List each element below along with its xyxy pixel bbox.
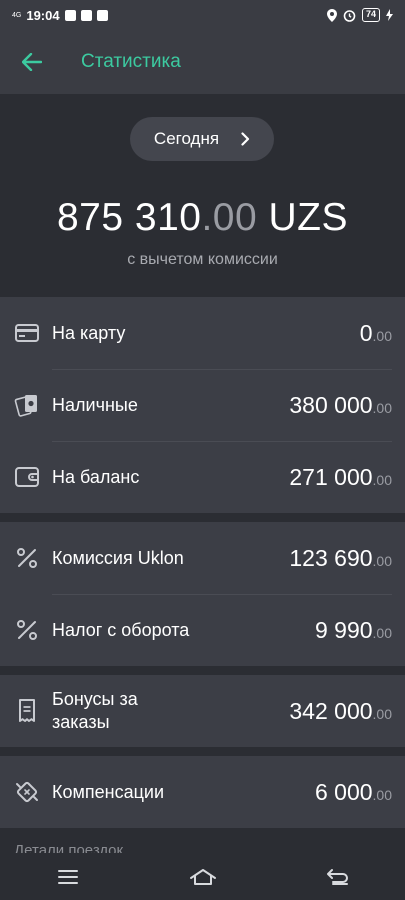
row-label: На карту — [52, 322, 126, 343]
wallet-icon — [14, 464, 40, 490]
row-label: Комиссия Uklon — [52, 547, 184, 568]
location-icon — [326, 8, 337, 22]
total-currency: UZS — [257, 196, 349, 239]
row-amount: 342 000.00 — [289, 697, 392, 724]
total-main: 875 310 — [56, 196, 202, 239]
list-item-balance: На баланс 271 000.00 — [0, 441, 405, 513]
payment-methods-group: На карту 0.00 Наличные 380 000.00 На бал… — [0, 297, 405, 513]
total-subtitle: с вычетом комиссии — [127, 251, 278, 268]
list-item-card: На карту 0.00 — [0, 297, 405, 369]
status-bar: 4G 19:04 74 — [0, 0, 405, 30]
row-label: Бонусы за заказы — [52, 689, 138, 732]
list-item-cash: Наличные 380 000.00 — [0, 369, 405, 441]
list-item-compensation: Компенсации 6 000.00 — [0, 756, 405, 828]
total-decimal: .00 — [201, 196, 258, 239]
row-label: Наличные — [52, 394, 138, 415]
app-notification-icon — [96, 9, 108, 21]
list-item-commission: Комиссия Uklon 123 690.00 — [0, 522, 405, 594]
telegram-icon — [64, 9, 76, 21]
page-title: Статистика — [81, 51, 181, 72]
home-icon — [189, 868, 216, 885]
compensation-icon — [14, 779, 40, 805]
row-amount: 271 000.00 — [289, 463, 392, 490]
row-amount: 6 000.00 — [314, 778, 392, 805]
shield-icon — [80, 9, 92, 21]
total-amount: 875 310.00 UZS — [0, 196, 405, 240]
list-item-tax: Налог с оборота 9 990.00 — [0, 594, 405, 666]
menu-nav-button[interactable] — [38, 857, 98, 897]
charging-icon — [386, 9, 393, 21]
deductions-group: Комиссия Uklon 123 690.00 Налог с оборот… — [0, 522, 405, 666]
status-time: 19:04 — [26, 7, 60, 23]
menu-icon — [57, 869, 78, 884]
row-amount: 0.00 — [359, 319, 392, 346]
alarm-icon — [343, 9, 356, 22]
period-label: Сегодня — [153, 129, 220, 148]
arrow-left-icon — [22, 53, 42, 71]
row-amount: 123 690.00 — [289, 544, 392, 571]
row-label: Налог с оборота — [52, 619, 190, 640]
network-indicator: 4G — [12, 11, 22, 19]
app-bar: Статистика — [0, 30, 405, 94]
return-icon — [326, 868, 348, 885]
chevron-right-icon — [241, 132, 250, 146]
cash-icon — [14, 392, 40, 418]
card-icon — [14, 320, 40, 346]
row-label: Компенсации — [52, 781, 164, 802]
row-label: На баланс — [52, 466, 140, 487]
receipt-icon — [14, 698, 40, 724]
earnings-summary: Сегодня 875 310.00 UZS с вычетом комисси… — [0, 94, 405, 296]
list-item-bonuses: Бонусы за заказы 342 000.00 — [0, 675, 405, 747]
compensation-group: Компенсации 6 000.00 — [0, 756, 405, 828]
row-amount: 9 990.00 — [314, 616, 392, 643]
system-nav-bar — [0, 853, 405, 900]
percent-icon — [14, 617, 40, 643]
back-nav-button[interactable] — [308, 857, 368, 897]
back-button[interactable] — [0, 30, 64, 94]
percent-icon — [14, 545, 40, 571]
home-nav-button[interactable] — [173, 857, 233, 897]
period-selector-button[interactable]: Сегодня — [130, 117, 274, 161]
row-amount: 380 000.00 — [289, 391, 392, 418]
battery-indicator: 74 — [361, 8, 380, 22]
bonuses-group: Бонусы за заказы 342 000.00 — [0, 675, 405, 747]
